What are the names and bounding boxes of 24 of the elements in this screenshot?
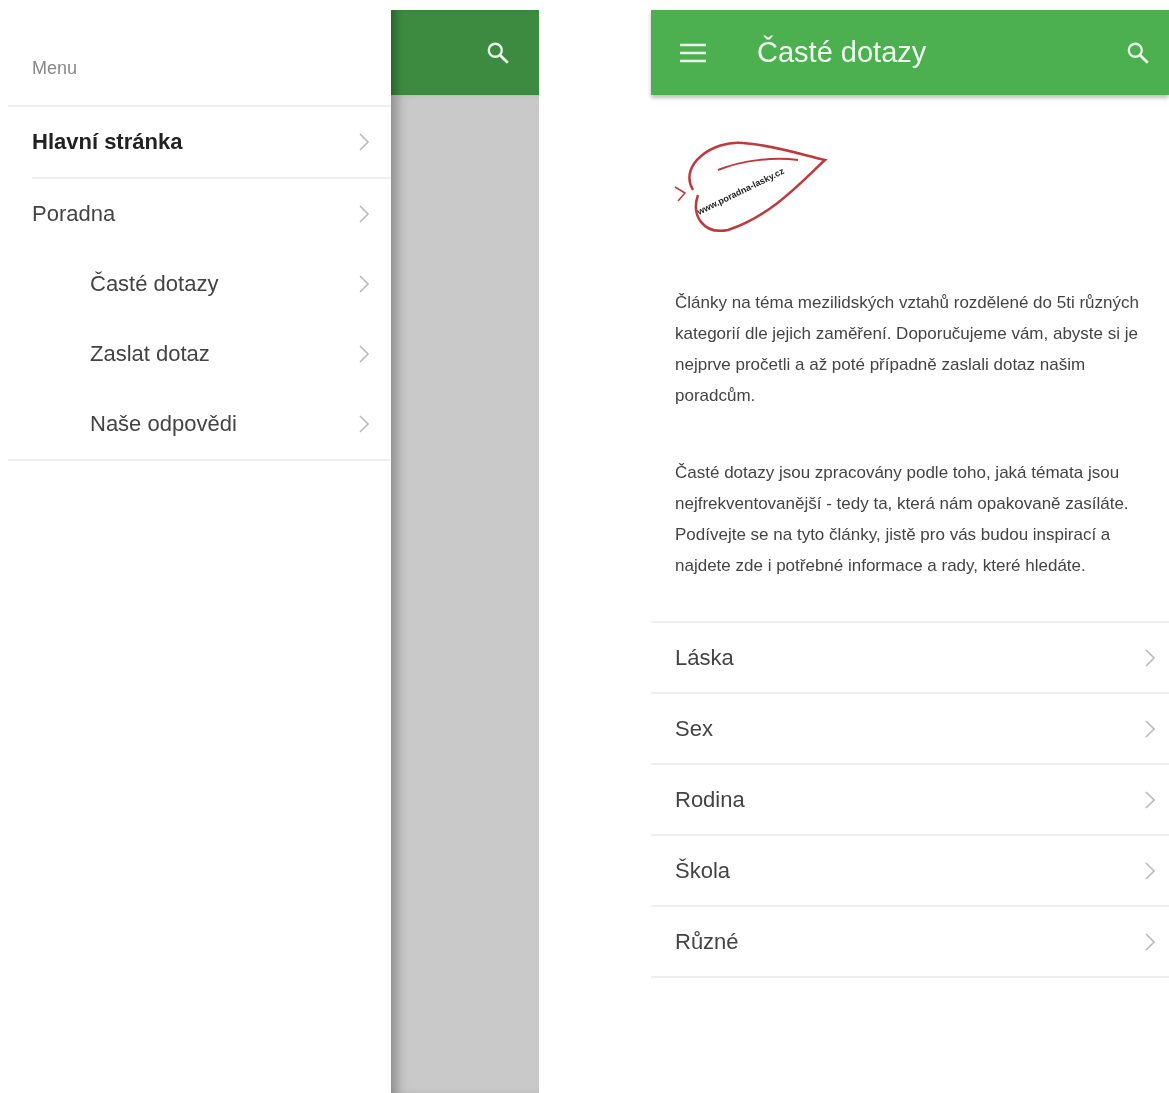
category-item[interactable]: Láska	[651, 623, 1169, 694]
chevron-right-icon	[359, 133, 369, 151]
menu-item[interactable]: Naše odpovědi	[8, 389, 391, 459]
menu-icon	[679, 42, 707, 63]
chevron-right-icon	[1145, 790, 1155, 809]
chevron-right-icon	[359, 205, 369, 223]
menu-item[interactable]: Časté dotazy	[8, 249, 391, 319]
chevron-right-icon	[1145, 648, 1155, 667]
menu-button[interactable]	[679, 42, 707, 63]
intro-paragraph: Časté dotazy jsou zpracovány podle toho, jaká témata jsou nejfrekventovanější - tedy ta, která nám opakovaně zasíláte. Podívejte se na tyto články, jistě pro vás budou inspirací a najdete zde i potřebné informace a rady, které hledáte.	[674, 462, 1130, 577]
category-item[interactable]: Škola	[651, 836, 1169, 907]
chevron-right-icon	[359, 415, 369, 433]
category-item[interactable]: Různé	[651, 907, 1169, 978]
intro-paragraph: Články na téma mezilidských vztahů rozdělené do 5ti různých kategorií dle jejich zaměření. Doporučujeme vám, abyste si je nejprve pročetli a až poté případně zaslali dotaz našim poradcům.	[674, 292, 1140, 407]
chevron-right-icon	[359, 345, 369, 363]
screen-title: Časté dotazy	[757, 36, 928, 69]
menu-item[interactable]: Poradna	[32, 179, 391, 249]
chevron-right-icon	[1145, 932, 1155, 951]
category-item[interactable]: Sex	[651, 694, 1169, 765]
chevron-right-icon	[1145, 719, 1155, 738]
chevron-right-icon	[1145, 861, 1155, 880]
category-item[interactable]: Rodina	[651, 765, 1169, 836]
menu-item[interactable]: Zaslat dotaz	[8, 319, 391, 389]
chevron-right-icon	[359, 275, 369, 293]
